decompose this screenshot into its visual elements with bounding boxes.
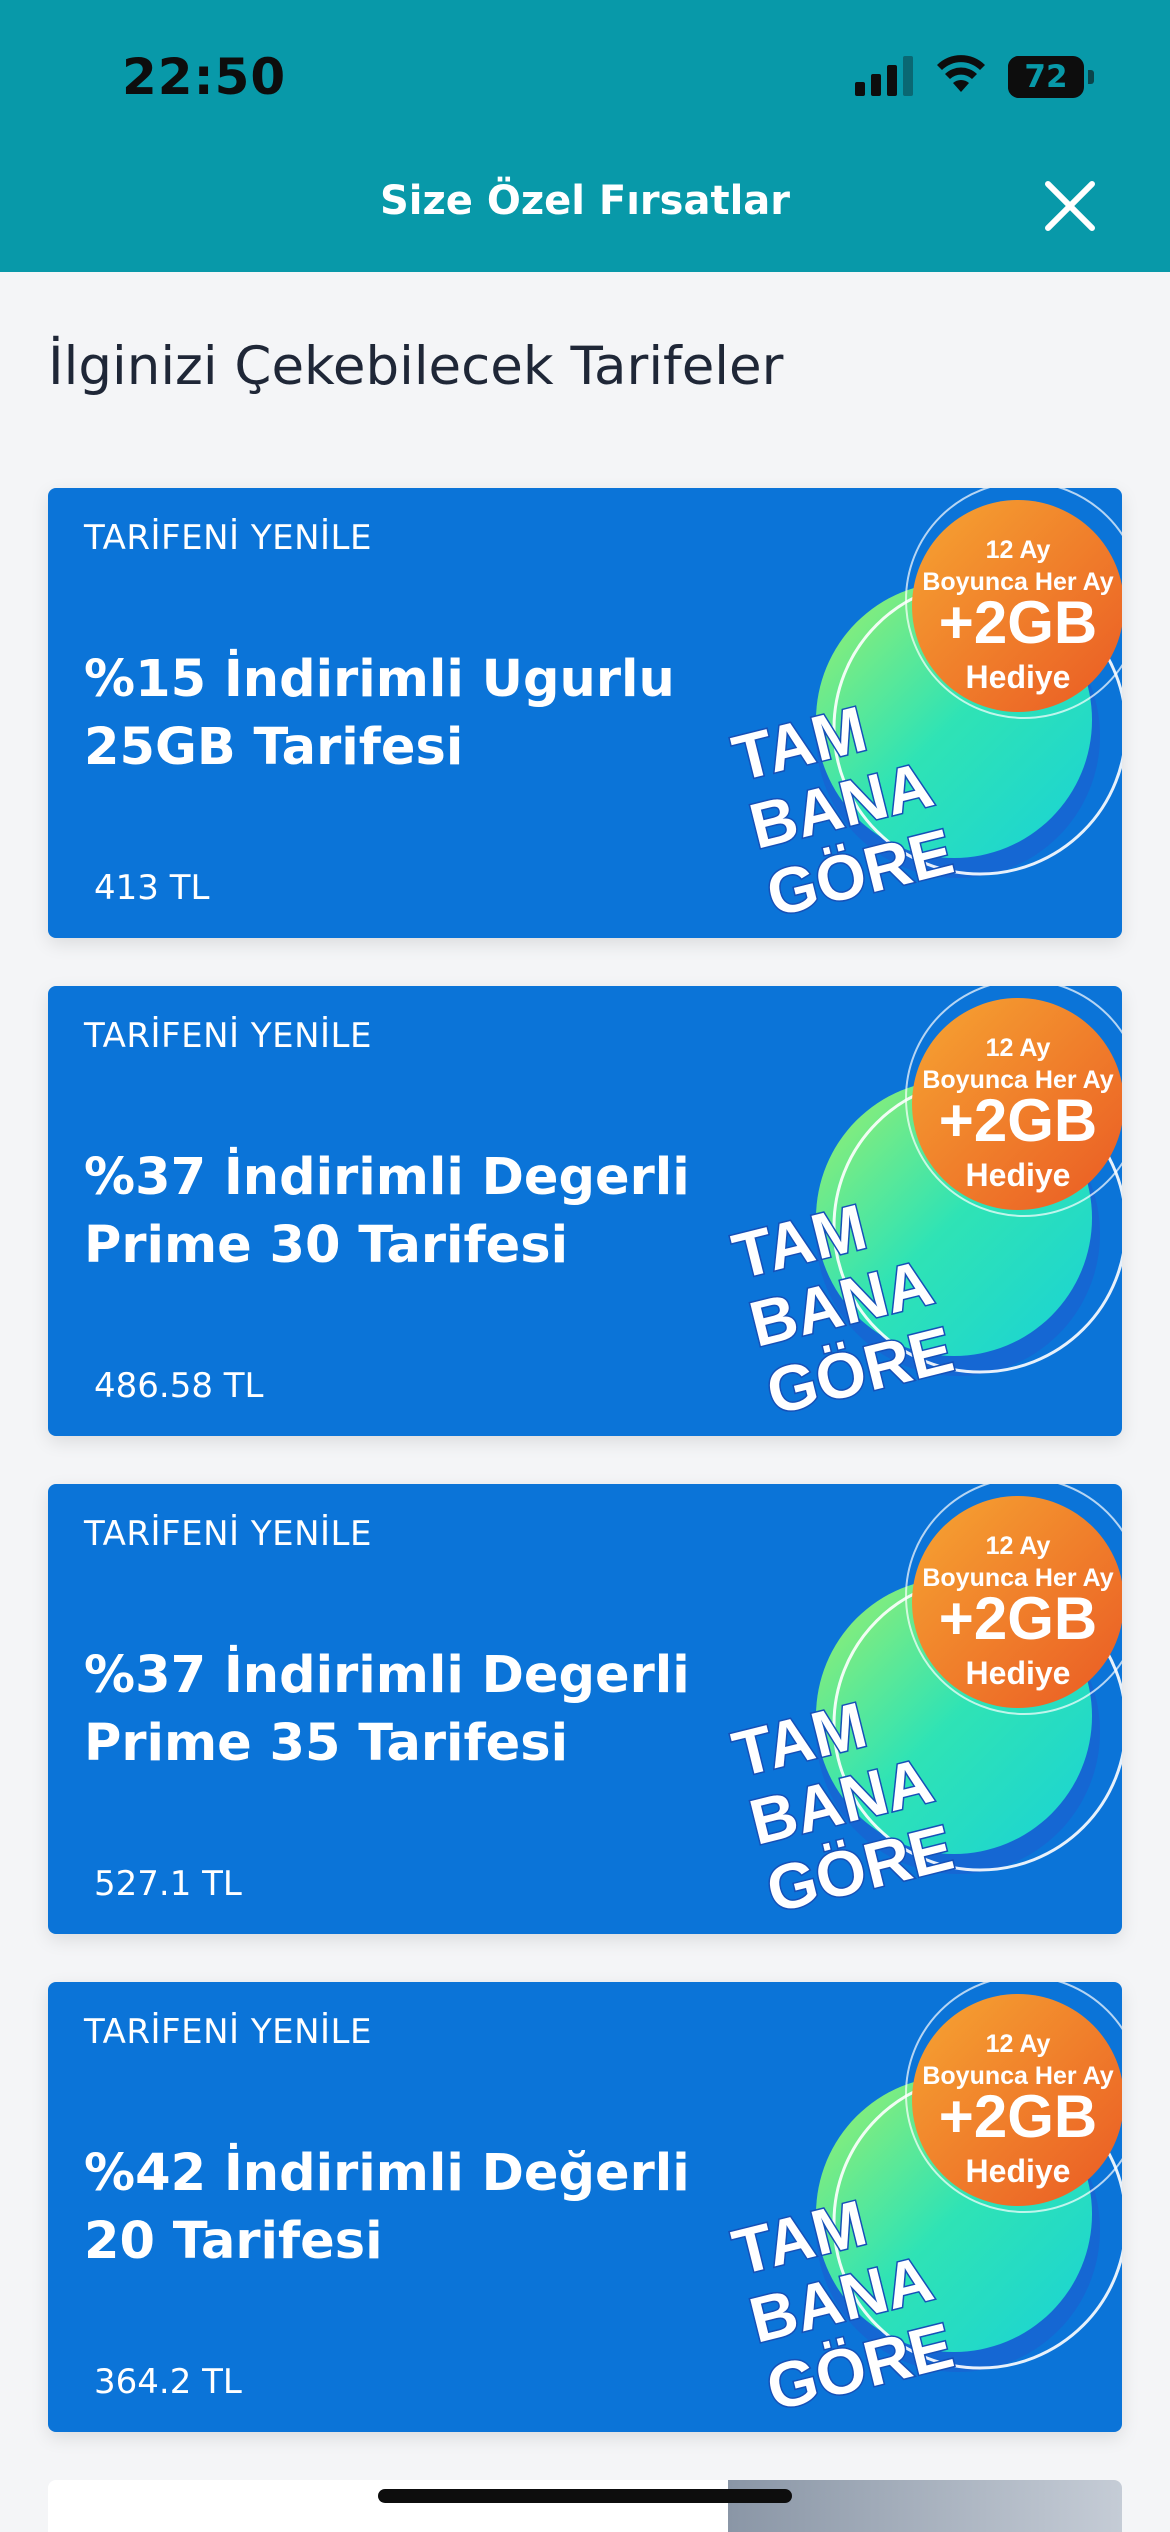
tariff-card[interactable]: TARİFENİ YENİLE %37 İndirimli Degerli Pr… [48, 1484, 1122, 1934]
section-title: İlginizi Çekebilecek Tarifeler [48, 336, 784, 397]
promo-badge: 12 Ay Boyunca Her Ay +2GB Hediye TAM BAN… [728, 986, 1122, 1436]
svg-text:12 Ay: 12 Ay [986, 1532, 1051, 1560]
partial-tariff-card[interactable] [48, 2480, 1122, 2532]
tariff-price: 364.2 TL [94, 2362, 242, 2402]
promo-graphic: 12 Ay Boyunca Her Ay +2GB Hediye TAM BAN… [728, 488, 1122, 932]
promo-graphic: 12 Ay Boyunca Her Ay +2GB Hediye TAM BAN… [728, 1982, 1122, 2426]
svg-text:+2GB: +2GB [939, 1585, 1097, 1652]
promo-graphic: 12 Ay Boyunca Her Ay +2GB Hediye TAM BAN… [728, 1484, 1122, 1928]
status-time: 22:50 [122, 48, 287, 106]
svg-text:+2GB: +2GB [939, 589, 1097, 656]
tariff-card[interactable]: TARİFENİ YENİLE %42 İndirimli Değerli 20… [48, 1982, 1122, 2432]
svg-text:Hediye: Hediye [966, 1157, 1071, 1193]
svg-text:Hediye: Hediye [966, 1655, 1071, 1691]
tariff-card[interactable]: TARİFENİ YENİLE %37 İndirimli Degerli Pr… [48, 986, 1122, 1436]
promo-graphic: 12 Ay Boyunca Her Ay +2GB Hediye TAM BAN… [728, 986, 1122, 1430]
promo-badge: 12 Ay Boyunca Her Ay +2GB Hediye TAM BAN… [728, 1982, 1122, 2432]
battery-icon: 72 [1008, 56, 1094, 98]
close-icon[interactable] [1040, 176, 1100, 236]
tariff-card[interactable]: TARİFENİ YENİLE %15 İndirimli Ugurlu 25G… [48, 488, 1122, 938]
tariff-list: TARİFENİ YENİLE %15 İndirimli Ugurlu 25G… [48, 488, 1122, 2480]
home-indicator[interactable] [378, 2489, 792, 2503]
promo-badge: 12 Ay Boyunca Her Ay +2GB Hediye TAM BAN… [728, 1484, 1122, 1934]
cellular-signal-icon [855, 56, 913, 96]
tariff-title: %15 İndirimli Ugurlu 25GB Tarifesi [84, 650, 675, 777]
page-title: Size Özel Fırsatlar [379, 178, 791, 224]
header: 22:50 72 Size Özel Fırsatlar [0, 0, 1170, 272]
renew-tariff-label: TARİFENİ YENİLE [84, 518, 372, 558]
tariff-price: 527.1 TL [94, 1864, 242, 1904]
tariff-title: %37 İndirimli Degerli Prime 35 Tarifesi [84, 1646, 690, 1773]
svg-text:Hediye: Hediye [966, 659, 1071, 695]
svg-text:12 Ay: 12 Ay [986, 2030, 1051, 2058]
tariff-title: %37 İndirimli Degerli Prime 30 Tarifesi [84, 1148, 690, 1275]
tariff-price: 486.58 TL [94, 1366, 264, 1406]
svg-text:12 Ay: 12 Ay [986, 536, 1051, 564]
svg-text:+2GB: +2GB [939, 2083, 1097, 2150]
wifi-icon [937, 55, 985, 92]
promo-badge: 12 Ay Boyunca Her Ay +2GB Hediye TAM BAN… [728, 488, 1122, 938]
screen: 22:50 72 Size Özel Fırsatlar İlginizi Çe… [0, 0, 1170, 2532]
tariff-price: 413 TL [94, 868, 210, 908]
renew-tariff-label: TARİFENİ YENİLE [84, 1514, 372, 1554]
svg-text:+2GB: +2GB [939, 1087, 1097, 1154]
svg-text:12 Ay: 12 Ay [986, 1034, 1051, 1062]
battery-level: 72 [1024, 59, 1068, 95]
svg-text:Hediye: Hediye [966, 2153, 1071, 2189]
renew-tariff-label: TARİFENİ YENİLE [84, 2012, 372, 2052]
card-image [728, 2480, 1122, 2532]
tariff-title: %42 İndirimli Değerli 20 Tarifesi [84, 2144, 690, 2271]
renew-tariff-label: TARİFENİ YENİLE [84, 1016, 372, 1056]
